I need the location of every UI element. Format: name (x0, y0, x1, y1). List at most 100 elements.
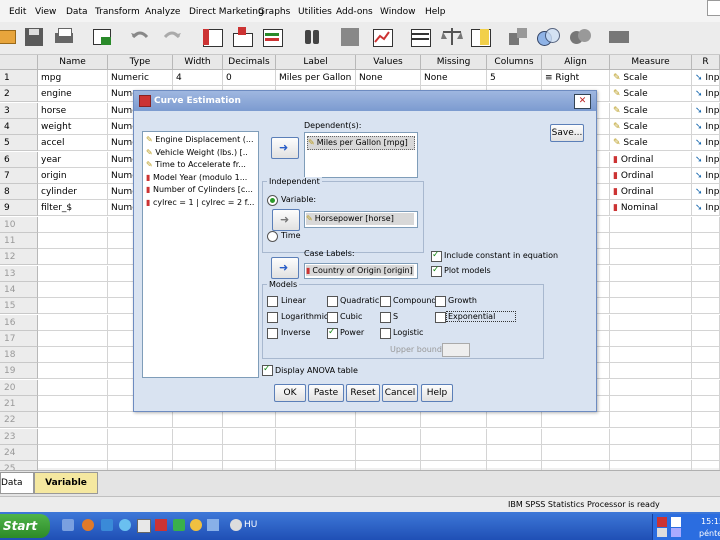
tray-icon[interactable] (657, 528, 667, 537)
tab-data-view[interactable]: Data View (0, 472, 34, 508)
row-number[interactable]: 18 (0, 347, 38, 364)
spss-icon[interactable] (155, 519, 167, 531)
cell-measure[interactable] (610, 396, 692, 412)
source-variable-item[interactable]: ▮ Number of Cylinders [c... (146, 185, 253, 194)
cell-measure[interactable] (610, 281, 692, 298)
plot-models-checkbox[interactable]: ✓ (431, 265, 442, 277)
cell-values[interactable] (356, 428, 421, 445)
cell-width[interactable]: 4 (173, 70, 223, 86)
cell-role[interactable]: ➘ Inp (692, 167, 720, 184)
s-checkbox[interactable] (380, 312, 391, 323)
source-variable-item[interactable]: ✎ Time to Accelerate fr... (146, 160, 246, 169)
cell-name[interactable] (38, 281, 108, 298)
col-header-label[interactable]: Label (276, 55, 356, 70)
paste-button[interactable]: Paste (308, 384, 344, 402)
quicklaunch-icon[interactable] (101, 519, 113, 531)
menu-analyze[interactable]: Analyze (145, 7, 180, 17)
quicklaunch-icon[interactable] (137, 519, 151, 533)
cell-role[interactable] (692, 412, 720, 429)
recall-dialog-icon[interactable] (90, 25, 114, 49)
variable-field[interactable]: ✎ Horsepower [horse] (304, 211, 418, 228)
menu-graphs[interactable]: Graphs (258, 7, 290, 17)
cell-role[interactable] (692, 249, 720, 266)
upper-bound-input[interactable] (442, 343, 470, 357)
close-icon[interactable]: ✕ (574, 94, 591, 109)
source-variable-list[interactable]: ✎ Engine Displacement (... ✎ Vehicle Weig… (142, 131, 259, 378)
cell-role[interactable]: ➘ Inp (692, 184, 720, 201)
tab-variable-view[interactable]: Variable View (34, 472, 98, 508)
dependent-list[interactable]: ✎ Miles per Gallon [mpg] (304, 132, 418, 178)
cell-role[interactable] (692, 330, 720, 347)
cell-role[interactable]: ➘ Inp (692, 70, 720, 86)
help-button[interactable]: Help (421, 384, 453, 402)
quicklaunch-icon[interactable] (62, 519, 74, 531)
insert-variable-icon[interactable] (370, 25, 394, 49)
start-button[interactable]: Start (0, 514, 50, 538)
cell-name[interactable]: accel (38, 135, 108, 152)
cell-columns[interactable] (487, 428, 542, 445)
cell-name[interactable] (38, 298, 108, 315)
time-radio[interactable] (267, 231, 278, 242)
cell-align[interactable] (542, 444, 610, 461)
cell-columns[interactable]: 5 (487, 70, 542, 86)
cell-measure[interactable] (610, 249, 692, 266)
linear-checkbox[interactable] (267, 296, 278, 307)
dialog-title-bar[interactable]: Curve Estimation ✕ (134, 91, 596, 111)
cell-width[interactable] (173, 444, 223, 461)
cell-name[interactable] (38, 249, 108, 266)
cell-measure[interactable] (610, 330, 692, 347)
cell-align[interactable]: ≡ Right (542, 70, 610, 86)
source-variable-item[interactable]: ✎ Engine Displacement (... (146, 135, 254, 144)
row-number[interactable]: 7 (0, 167, 38, 184)
cell-role[interactable] (692, 396, 720, 412)
source-variable-item[interactable]: ▮ Model Year (modulo 1... (146, 173, 247, 182)
quicklaunch-icon[interactable] (230, 519, 242, 531)
cell-role[interactable]: ➘ Inp (692, 151, 720, 168)
menu-transform[interactable]: Transform (95, 7, 140, 17)
cell-decimals[interactable]: 0 (223, 70, 276, 86)
print-icon[interactable] (52, 25, 76, 49)
cell-measure[interactable] (610, 347, 692, 364)
col-header-decimals[interactable]: Decimals (223, 55, 276, 70)
cell-values[interactable]: None (356, 70, 421, 86)
ok-button[interactable]: OK (274, 384, 306, 402)
exponential-checkbox[interactable] (435, 312, 446, 323)
cell-missing[interactable] (421, 412, 487, 429)
cell-name[interactable] (38, 347, 108, 364)
cell-role[interactable] (692, 216, 720, 233)
menu-direct-marketing[interactable]: Direct Marketing (189, 7, 264, 17)
cell-type[interactable]: Numeric (108, 70, 173, 86)
cell-type[interactable] (108, 444, 173, 461)
cell-type[interactable] (108, 428, 173, 445)
move-to-variable-button[interactable]: ➜ (272, 209, 300, 231)
cell-label[interactable]: Miles per Gallon (276, 70, 356, 86)
col-header-values[interactable]: Values (356, 55, 421, 70)
split-file-icon[interactable] (408, 25, 432, 49)
growth-checkbox[interactable] (435, 296, 446, 307)
cell-measure[interactable] (610, 444, 692, 461)
move-to-case-labels-button[interactable]: ➜ (271, 257, 299, 279)
menu-add-ons[interactable]: Add-ons (336, 7, 373, 17)
weight-cases-icon[interactable] (440, 25, 464, 49)
cell-align[interactable] (542, 412, 610, 429)
cell-measure[interactable]: ✎ Scale (610, 135, 692, 152)
cell-name[interactable] (38, 412, 108, 429)
col-header-measure[interactable]: Measure (610, 55, 692, 70)
row-number[interactable]: 16 (0, 314, 38, 331)
row-number[interactable]: 20 (0, 379, 38, 396)
cell-measure[interactable]: ✎ Scale (610, 118, 692, 135)
row-number[interactable]: 9 (0, 200, 38, 217)
cell-measure[interactable]: ▮ Ordinal (610, 151, 692, 168)
source-variable-item[interactable]: ▮ cylrec = 1 | cylrec = 2 f... (146, 198, 254, 207)
cell-role[interactable] (692, 347, 720, 364)
row-number[interactable]: 10 (0, 216, 38, 233)
cell-role[interactable] (692, 298, 720, 315)
cell-name[interactable] (38, 314, 108, 331)
cell-width[interactable] (173, 412, 223, 429)
row-number[interactable]: 2 (0, 86, 38, 103)
cell-name[interactable]: engine (38, 86, 108, 103)
cell-name[interactable] (38, 265, 108, 282)
cell-role[interactable] (692, 233, 720, 249)
row-number[interactable]: 1 (0, 70, 38, 86)
cell-name[interactable]: weight (38, 118, 108, 135)
